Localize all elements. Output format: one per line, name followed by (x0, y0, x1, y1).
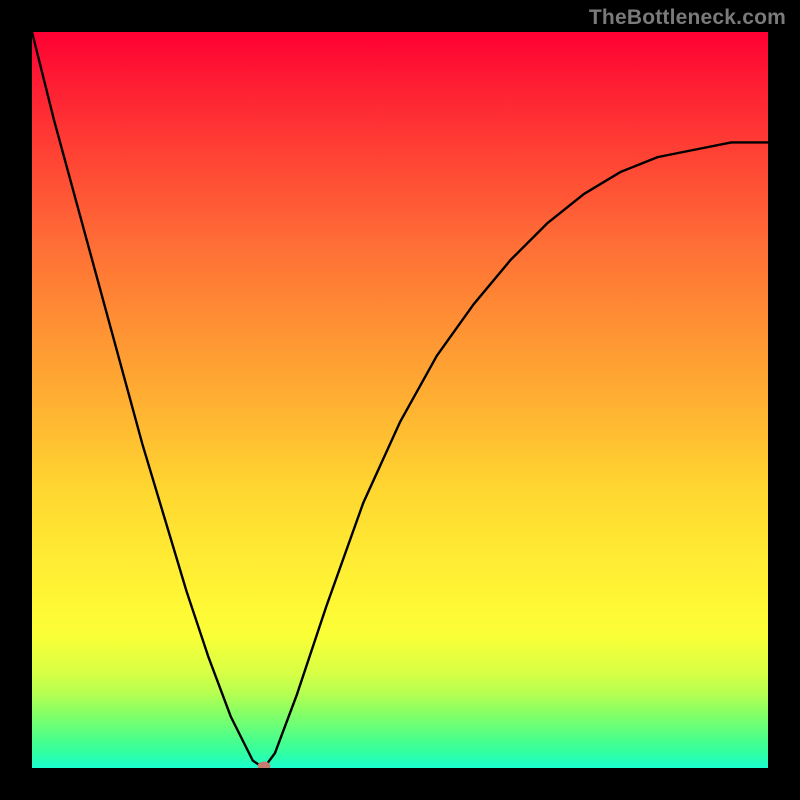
plot-area (32, 32, 768, 768)
watermark-text: TheBottleneck.com (589, 6, 786, 30)
minimum-marker-dot (257, 761, 270, 768)
bottleneck-curve (32, 32, 768, 768)
chart-frame: TheBottleneck.com (0, 0, 800, 800)
